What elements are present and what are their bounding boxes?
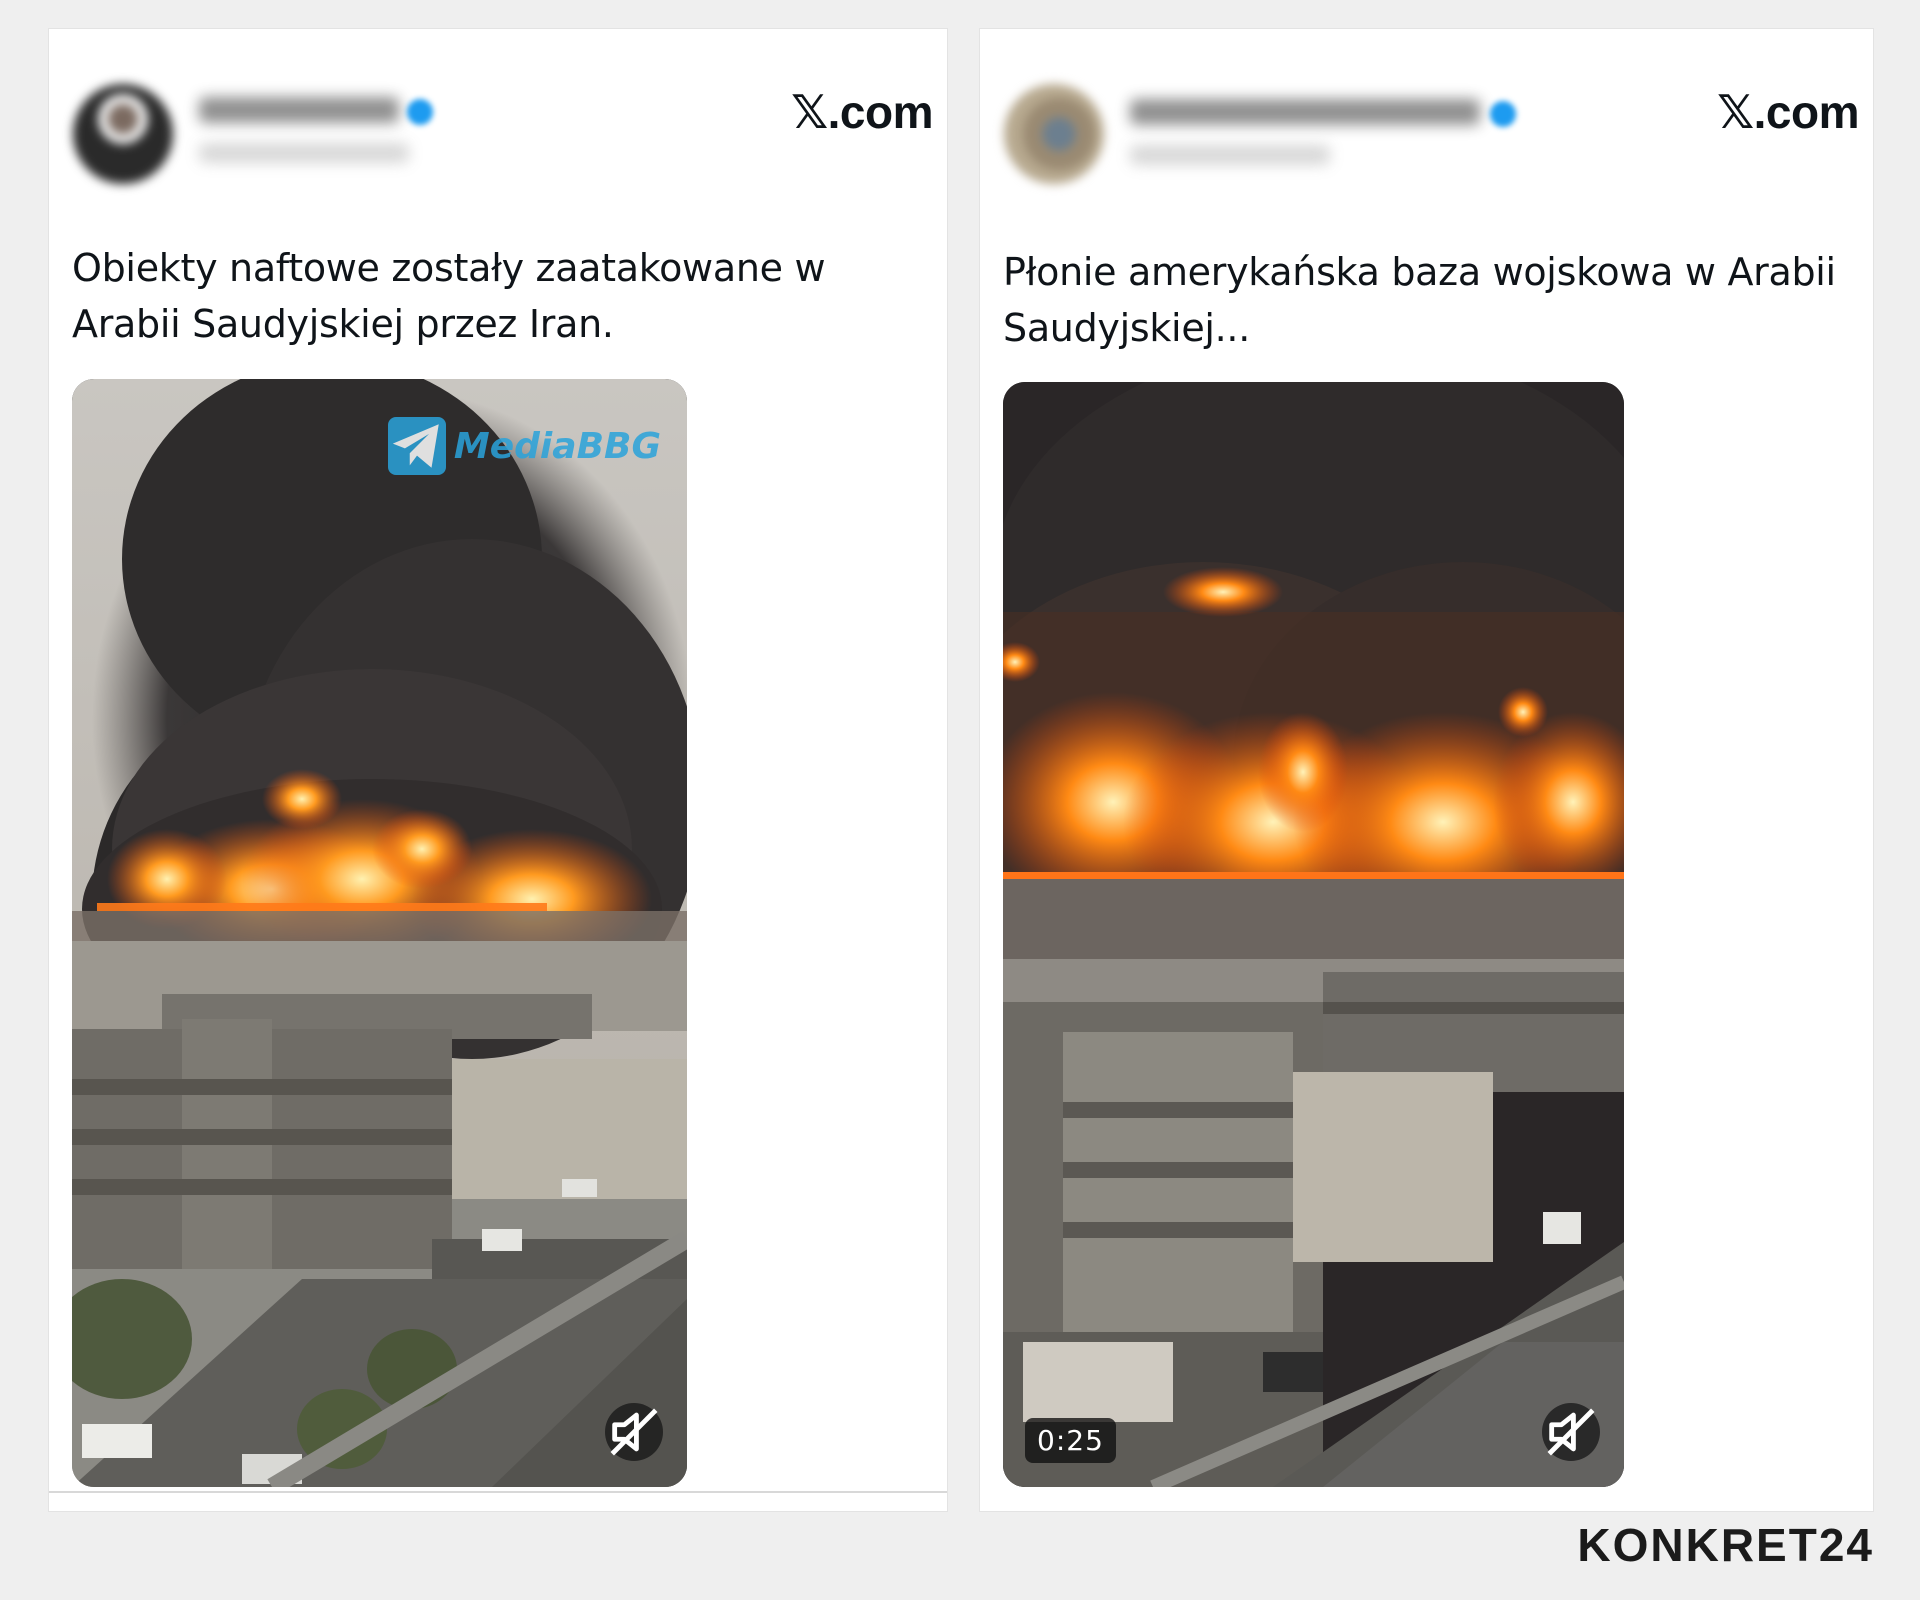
author-name-blurred[interactable] bbox=[1130, 99, 1480, 125]
post-text: Obiekty naftowe zostały zaatakowane w Ar… bbox=[72, 246, 826, 346]
post-card-right: 𝕏.com Płonie amerykańska baza wojskowa w… bbox=[980, 29, 1873, 1511]
author-handle-blurred[interactable] bbox=[199, 143, 409, 163]
post-card-left: 𝕏.com Obiekty naftowe zostały zaatakowan… bbox=[49, 29, 947, 1511]
post-header: 𝕏.com bbox=[980, 29, 1873, 184]
post-header: 𝕏.com bbox=[49, 29, 947, 184]
speaker-muted-icon bbox=[610, 1408, 658, 1456]
speaker-muted-icon bbox=[1547, 1408, 1595, 1456]
video-frame-fire bbox=[1003, 382, 1624, 1487]
x-site-label: 𝕏.com bbox=[791, 86, 933, 138]
mute-button[interactable] bbox=[605, 1403, 663, 1461]
author-avatar[interactable] bbox=[73, 84, 173, 184]
mute-button[interactable] bbox=[1542, 1403, 1600, 1461]
mediabbg-watermark: MediaBBG bbox=[387, 417, 661, 475]
verified-badge-icon bbox=[407, 99, 433, 125]
comparison-graphic: 𝕏.com Obiekty naftowe zostały zaatakowan… bbox=[0, 0, 1920, 1600]
post-video[interactable]: MediaBBG bbox=[72, 379, 687, 1487]
telegram-icon bbox=[387, 417, 446, 475]
author-handle-blurred[interactable] bbox=[1130, 145, 1330, 165]
konkret24-logo: KONKRET24 bbox=[1577, 1519, 1874, 1571]
verified-badge-icon bbox=[1490, 101, 1516, 127]
divider bbox=[49, 1491, 947, 1493]
post-text: Płonie amerykańska baza wojskowa w Arabi… bbox=[1003, 250, 1836, 350]
author-avatar[interactable] bbox=[1004, 84, 1104, 184]
author-name-blurred[interactable] bbox=[199, 97, 399, 123]
post-video[interactable]: 0:25 bbox=[1003, 382, 1624, 1487]
watermark-text: MediaBBG bbox=[453, 425, 661, 467]
x-site-label: 𝕏.com bbox=[1717, 86, 1859, 138]
video-duration: 0:25 bbox=[1025, 1418, 1116, 1463]
video-frame-fire bbox=[72, 379, 687, 1487]
